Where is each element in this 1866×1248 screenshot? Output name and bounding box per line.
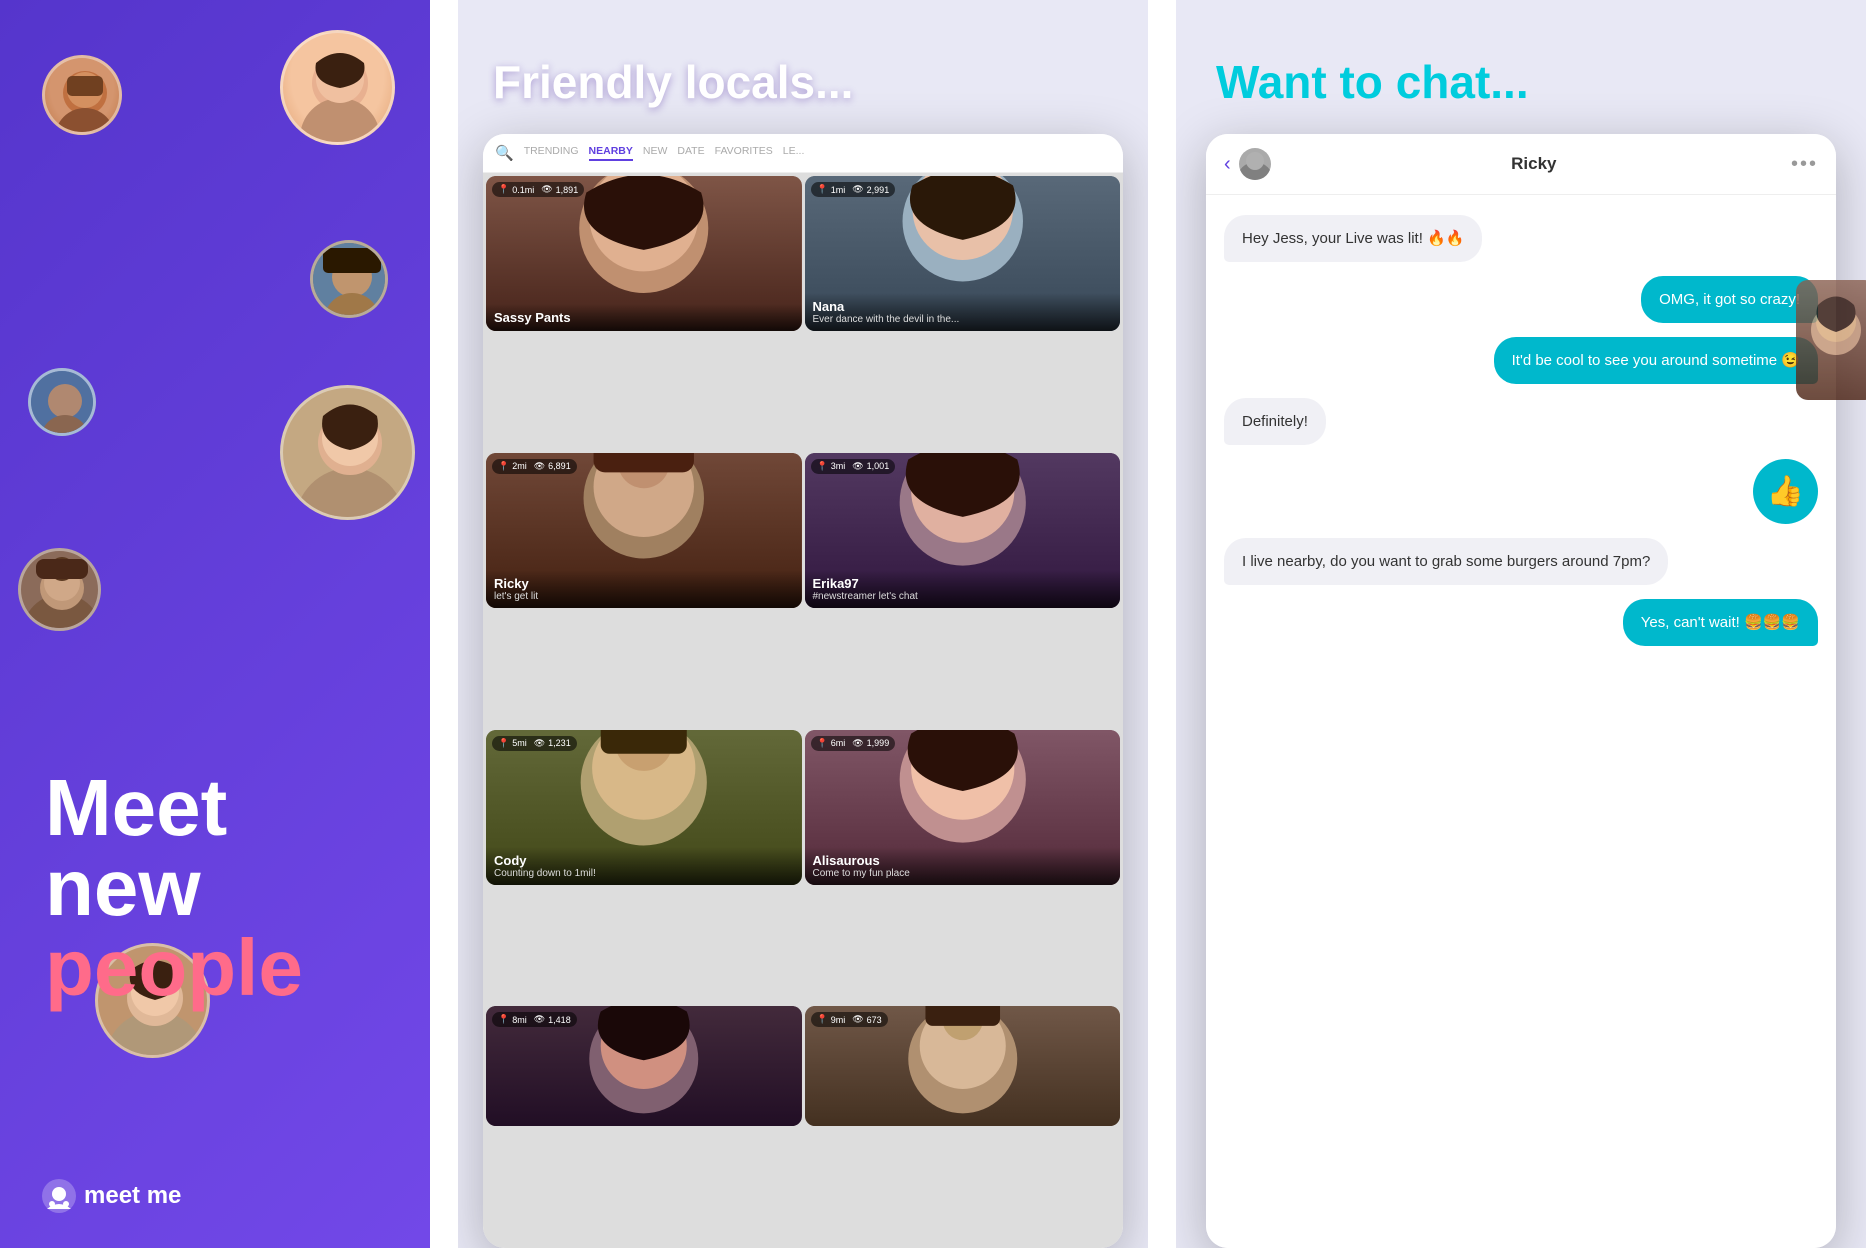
msg-received-1: Hey Jess, your Live was lit! 🔥🔥 <box>1224 215 1482 262</box>
card-badge-b1: 📍8mi👁1,418 <box>492 1012 577 1027</box>
chat-contact-name: Ricky <box>1277 154 1791 174</box>
gap1 <box>430 0 458 1248</box>
nav-tabs: TRENDING NEARBY NEW DATE FAVORITES LE... <box>524 145 805 161</box>
card-name: Erika97 <box>813 576 1113 591</box>
tab-new[interactable]: NEW <box>643 145 668 161</box>
thumbs-up-bubble: 👍 <box>1753 459 1818 524</box>
logo-text: meet me <box>84 1182 181 1210</box>
avatar <box>280 30 395 145</box>
panel-browse: Friendly locals... 🔍 TRENDING NEARBY NEW… <box>458 0 1148 1248</box>
grid-card-cody[interactable]: 📍5mi👁1,231 Cody Counting down to 1mil! <box>486 730 802 885</box>
card-name: Cody <box>494 853 794 868</box>
grid-card-erika[interactable]: 📍3mi👁1,001 Erika97 #newstreamer let's ch… <box>805 453 1121 608</box>
card-badge-ali: 📍6mi👁1,999 <box>811 736 896 751</box>
logo: meet me <box>42 1179 181 1213</box>
chat-mockup: ‹ Ricky ••• Hey Jess, your Live was lit!… <box>1206 134 1836 1248</box>
grid-container: 📍0.1mi👁1,891 Sassy Pants <box>483 173 1123 1248</box>
hero-line3: people <box>45 928 303 1008</box>
chat-messages: Hey Jess, your Live was lit! 🔥🔥 OMG, it … <box>1206 195 1836 1248</box>
grid-card-ricky[interactable]: 📍2mi👁6,891 Ricky let's get lit <box>486 453 802 608</box>
card-name: Alisaurous <box>813 853 1113 868</box>
grid-card-nana[interactable]: 📍1mi👁2,991 Nana Ever dance with the devi… <box>805 176 1121 331</box>
tab-favorites[interactable]: FAVORITES <box>715 145 773 161</box>
card-name: Sassy Pants <box>494 310 794 325</box>
msg-sent-3: Yes, can't wait! 🍔🍔🍔 <box>1623 599 1818 646</box>
app-container: Meet new people meet me Friendly locals.… <box>0 0 1866 1248</box>
panel-chat: Want to chat... ‹ Ricky ••• <box>1176 0 1866 1248</box>
hero-line2: new <box>45 848 303 928</box>
card-info-ricky: Ricky let's get lit <box>486 570 802 608</box>
msg-sent-2: It'd be cool to see you around sometime … <box>1494 337 1818 384</box>
panel2-title: Friendly locals... <box>493 55 1113 109</box>
card-badge-cody: 📍5mi👁1,231 <box>492 736 577 751</box>
card-info-nana: Nana Ever dance with the devil in the... <box>805 293 1121 331</box>
card-info-cody: Cody Counting down to 1mil! <box>486 847 802 885</box>
grid-card-ali[interactable]: 📍6mi👁1,999 Alisaurous Come to my fun pla… <box>805 730 1121 885</box>
card-sub: let's get lit <box>494 591 794 602</box>
card-badge-b2: 📍9mi👁673 <box>811 1012 888 1027</box>
card-info-erika: Erika97 #newstreamer let's chat <box>805 570 1121 608</box>
tab-more[interactable]: LE... <box>783 145 805 161</box>
msg-received-2: Definitely! <box>1224 398 1326 445</box>
search-icon[interactable]: 🔍 <box>495 144 514 162</box>
avatar <box>18 548 101 631</box>
panel3-header: Want to chat... <box>1176 0 1866 134</box>
card-sub: Counting down to 1mil! <box>494 868 794 879</box>
hero-text: Meet new people <box>45 768 303 1008</box>
card-sub: Come to my fun place <box>813 868 1113 879</box>
card-badge-erika: 📍3mi👁1,001 <box>811 459 896 474</box>
card-name: Nana <box>813 299 1113 314</box>
chat-header: ‹ Ricky ••• <box>1206 134 1836 195</box>
avatar <box>28 368 96 436</box>
hero-line1: Meet <box>45 768 303 848</box>
panel3-title: Want to chat... <box>1216 55 1826 109</box>
gap2 <box>1148 0 1176 1248</box>
card-badge-nana: 📍1mi👁2,991 <box>811 182 896 197</box>
phone-mockup: 🔍 TRENDING NEARBY NEW DATE FAVORITES LE.… <box>483 134 1123 1248</box>
card-info-sassy: Sassy Pants <box>486 304 802 331</box>
card-info-ali: Alisaurous Come to my fun place <box>805 847 1121 885</box>
card-badge-sassy: 📍0.1mi👁1,891 <box>492 182 584 197</box>
panel2-header: Friendly locals... <box>458 0 1148 134</box>
chat-avatar <box>1239 148 1271 180</box>
grid-card-bottom1[interactable]: 📍8mi👁1,418 <box>486 1006 802 1126</box>
decorative-card <box>1796 280 1866 400</box>
grid-card-bottom2[interactable]: 📍9mi👁673 <box>805 1006 1121 1126</box>
tab-date[interactable]: DATE <box>677 145 704 161</box>
avatar <box>310 240 388 318</box>
avatar <box>280 385 415 520</box>
msg-sent-1: OMG, it got so crazy! <box>1641 276 1818 323</box>
card-name: Ricky <box>494 576 794 591</box>
panel-intro: Meet new people meet me <box>0 0 430 1248</box>
meetme-logo-icon <box>42 1179 76 1213</box>
avatar <box>42 55 122 135</box>
card-badge-ricky: 📍2mi👁6,891 <box>492 459 577 474</box>
card-sub: #newstreamer let's chat <box>813 591 1113 602</box>
tab-trending[interactable]: TRENDING <box>524 145 579 161</box>
card-sub: Ever dance with the devil in the... <box>813 314 1113 325</box>
phone-nav: 🔍 TRENDING NEARBY NEW DATE FAVORITES LE.… <box>483 134 1123 173</box>
back-icon[interactable]: ‹ <box>1224 153 1231 176</box>
grid-card-sassy[interactable]: 📍0.1mi👁1,891 Sassy Pants <box>486 176 802 331</box>
tab-nearby[interactable]: NEARBY <box>589 145 633 161</box>
msg-received-3: I live nearby, do you want to grab some … <box>1224 538 1668 585</box>
more-options-icon[interactable]: ••• <box>1791 153 1818 176</box>
